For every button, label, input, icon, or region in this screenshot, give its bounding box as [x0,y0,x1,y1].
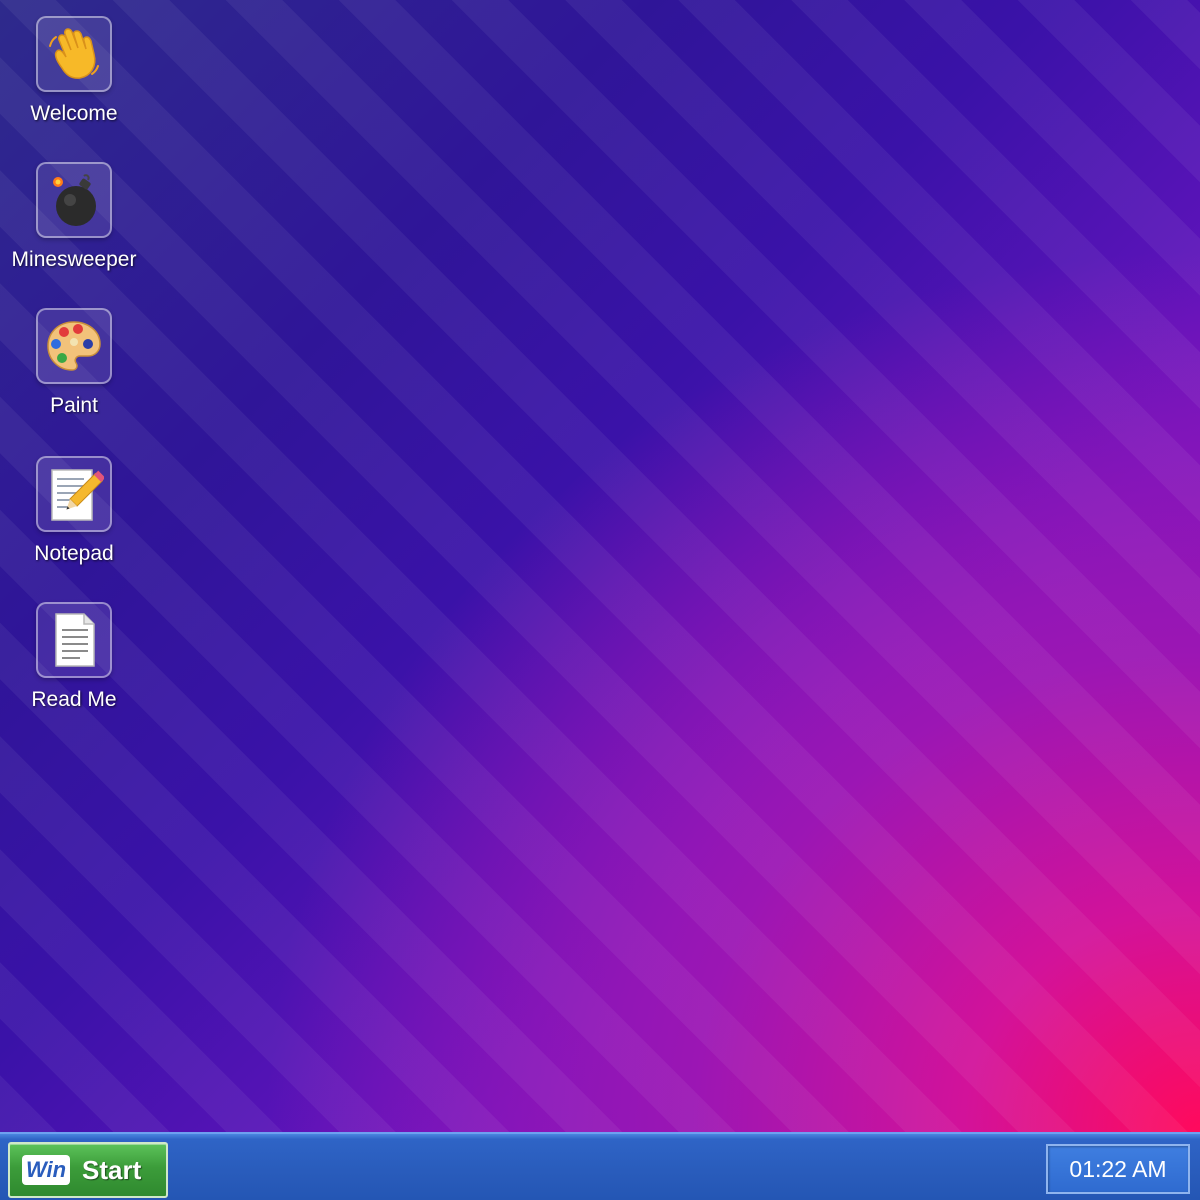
desktop-icon-read-me[interactable]: Read Me [0,602,148,732]
desktop-icon-paint[interactable]: Paint [0,308,148,438]
document-icon [55,613,95,667]
start-label: Start [82,1154,142,1185]
taskbar: Win Start 01:22 AM [0,1132,1200,1200]
waving-hand-icon [49,28,99,79]
desktop-icon-minesweeper[interactable]: Minesweeper [0,162,148,292]
desktop-icon-notepad[interactable]: Notepad [0,456,148,586]
notepad-icon-tile [36,456,112,532]
desktop-icon-label: Read Me [31,688,117,711]
bomb-icon [53,174,96,226]
windows-logo-icon: Win [22,1155,70,1185]
desktop-icon-label: Welcome [30,102,118,125]
desktop-icon-label: Paint [50,394,98,417]
read-me-icon-tile [36,602,112,678]
welcome-icon-tile [36,16,112,92]
desktop[interactable]: Welcome Minesweeper Paint Notepad Read M… [0,0,1200,1132]
paint-icon-tile [36,308,112,384]
minesweeper-icon-tile [36,162,112,238]
memo-pencil-icon [51,469,104,521]
start-button[interactable]: Win Start [8,1142,168,1198]
desktop-icon-welcome[interactable]: Welcome [0,16,148,146]
system-clock[interactable]: 01:22 AM [1046,1144,1190,1194]
desktop-icon-label: Minesweeper [11,248,137,271]
desktop-icon-label: Notepad [34,542,114,565]
palette-icon [47,321,101,371]
